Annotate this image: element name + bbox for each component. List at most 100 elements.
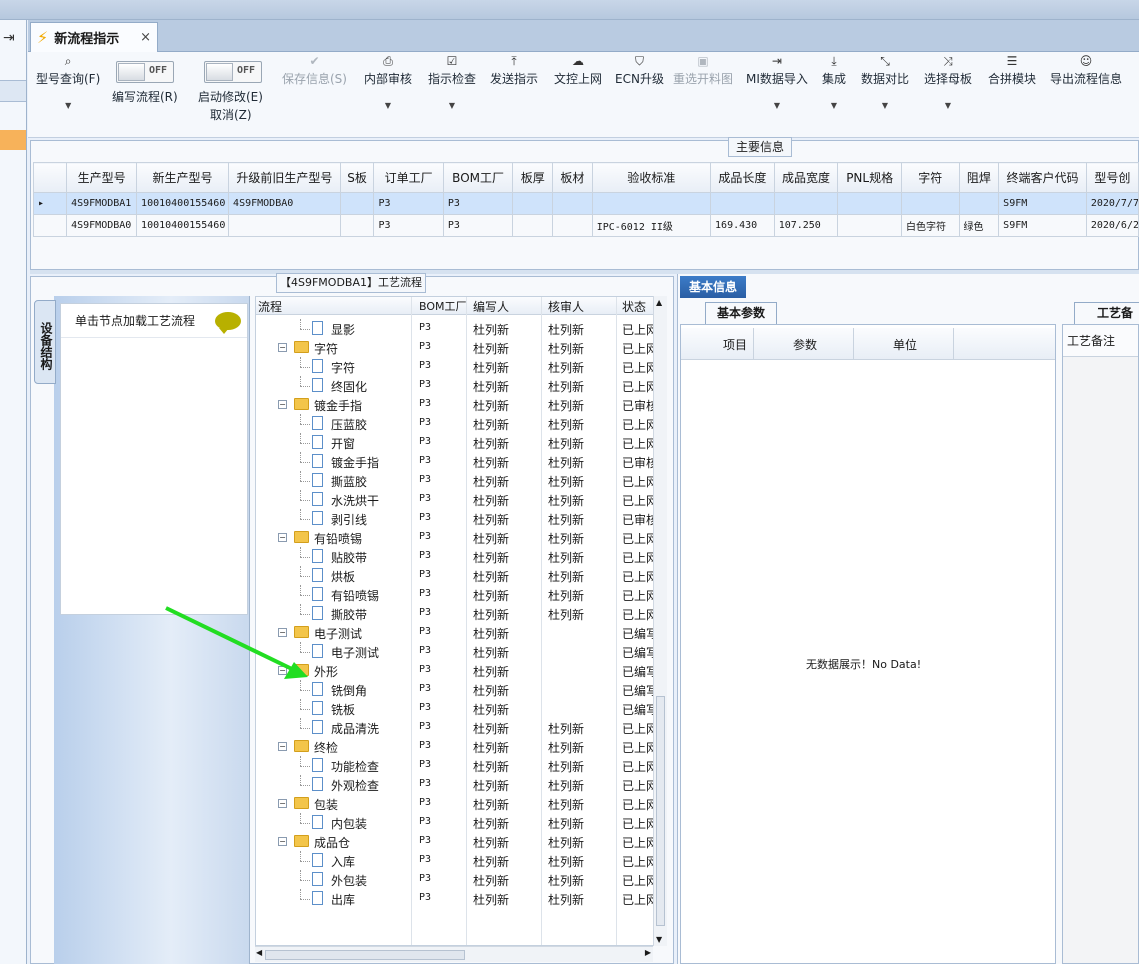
ecn-upgrade-button[interactable]: ⛉ ECN升级 [615, 54, 664, 87]
internal-review-button[interactable]: ⎙ 内部审核 ▼ [364, 54, 412, 110]
column-header[interactable]: 型号创 [1085, 162, 1139, 193]
table-cell[interactable]: S9FM [998, 214, 1087, 237]
table-cell[interactable]: P3 [442, 192, 514, 215]
data-compare-button[interactable]: ⤡ 数据对比 ▼ [861, 54, 909, 110]
left-nav-item-selected[interactable] [0, 130, 26, 150]
column-header[interactable]: 成品宽度 [773, 162, 839, 193]
tree-row[interactable]: 字符 P3 杜列新 杜列新 已上网 [256, 357, 656, 376]
tab-process-remark[interactable]: 工艺备注 [1074, 302, 1139, 340]
column-header[interactable]: 项目 [723, 336, 747, 353]
tree-row[interactable]: − 终检 P3 杜列新 杜列新 已上网 [256, 737, 656, 756]
table-cell[interactable] [512, 192, 554, 215]
column-header[interactable]: 终端客户代码 [998, 162, 1087, 193]
model-query-button[interactable]: ⌕ 型号查询(F) ▼ [36, 54, 100, 110]
table-cell[interactable]: P3 [373, 192, 444, 215]
table-row[interactable]: ▸ 4S9FMODBA1 10010400155460 4S9FMODBA0 P3 P3 S… [32, 192, 1139, 215]
table-cell[interactable] [552, 214, 593, 237]
column-header[interactable]: 板厚 [512, 162, 554, 193]
table-cell[interactable] [958, 192, 1000, 215]
instruct-check-button[interactable]: ☑ 指示检查 ▼ [428, 54, 476, 110]
process-vertical-scrollbar[interactable]: ▲ ▼ [653, 296, 667, 946]
tree-row[interactable]: − 成品仓 P3 杜列新 杜列新 已上网 [256, 832, 656, 851]
column-header[interactable]: 流程 [258, 298, 282, 315]
table-cell[interactable] [900, 192, 960, 215]
column-header[interactable]: S板 [339, 162, 375, 193]
table-cell[interactable] [710, 192, 775, 215]
tree-row[interactable]: − 有铅喷锡 P3 杜列新 杜列新 已上网 [256, 528, 656, 547]
collapse-toggle[interactable]: − [278, 400, 287, 409]
chevron-down-icon[interactable]: ▼ [36, 101, 100, 110]
tree-row[interactable]: 显影 P3 杜列新 杜列新 已上网 [256, 319, 656, 338]
table-cell[interactable]: 2020/6/2 [1085, 214, 1139, 237]
table-cell[interactable] [339, 192, 375, 215]
table-cell[interactable]: 2020/7/7 [1085, 192, 1139, 215]
tree-row[interactable]: 镀金手指 P3 杜列新 杜列新 已审核 [256, 452, 656, 471]
edit-flow-toggle[interactable]: OFF [116, 61, 174, 83]
start-modify-toggle[interactable]: OFF [204, 61, 262, 83]
column-header[interactable]: 板材 [552, 162, 593, 193]
doc-control-online-button[interactable]: ☁ 文控上网 [554, 54, 602, 87]
table-cell[interactable]: 107.250 [773, 214, 839, 237]
table-row[interactable]: 4S9FMODBA0 10010400155460 P3 P3 IPC-6012 II级… [32, 214, 1139, 237]
table-cell[interactable]: S9FM [998, 192, 1087, 215]
tree-row[interactable]: 铣板 P3 杜列新 已编写 [256, 699, 656, 718]
column-header[interactable]: 订单工厂 [373, 162, 444, 193]
tree-row[interactable]: 成品清洗 P3 杜列新 杜列新 已上网 [256, 718, 656, 737]
table-cell[interactable]: 4S9FMODBA0 [228, 192, 341, 215]
tree-row[interactable]: 外包装 P3 杜列新 杜列新 已上网 [256, 870, 656, 889]
column-header[interactable]: 单位 [893, 336, 917, 353]
chevron-down-icon[interactable]: ▼ [746, 101, 808, 110]
tab-new-process[interactable]: ⚡ 新流程指示 × [30, 22, 158, 52]
table-cell[interactable]: 169.430 [710, 214, 775, 237]
collapse-toggle[interactable]: − [278, 742, 287, 751]
tree-row[interactable]: 功能检查 P3 杜列新 杜列新 已上网 [256, 756, 656, 775]
row-indicator[interactable] [32, 214, 68, 237]
tree-row[interactable]: 压蓝胶 P3 杜列新 杜列新 已上网 [256, 414, 656, 433]
table-cell[interactable]: P3 [373, 214, 444, 237]
column-header[interactable]: 字符 [900, 162, 960, 193]
table-cell[interactable]: 4S9FMODBA1 [66, 192, 138, 215]
column-header[interactable]: 工艺备注 [1063, 325, 1138, 357]
table-cell[interactable]: 白色字符 [900, 214, 960, 237]
column-header[interactable]: 编写人 [473, 298, 509, 315]
tree-row[interactable]: 水洗烘干 P3 杜列新 杜列新 已上网 [256, 490, 656, 509]
collapse-toggle[interactable]: − [278, 837, 287, 846]
tree-row[interactable]: 外观检查 P3 杜列新 杜列新 已上网 [256, 775, 656, 794]
chevron-down-icon[interactable]: ▼ [364, 101, 412, 110]
row-indicator[interactable]: ▸ [32, 192, 68, 215]
chevron-down-icon[interactable]: ▼ [924, 101, 972, 110]
column-header[interactable]: 参数 [793, 336, 817, 353]
mi-import-button[interactable]: ⇥ MI数据导入 ▼ [746, 54, 808, 110]
close-icon[interactable]: × [140, 30, 151, 45]
tab-equipment-structure[interactable]: 设备结构 [34, 300, 56, 384]
tree-row[interactable]: − 包装 P3 杜列新 杜列新 已上网 [256, 794, 656, 813]
tree-row[interactable]: − 字符 P3 杜列新 杜列新 已上网 [256, 338, 656, 357]
table-cell[interactable]: IPC-6012 II级 [591, 214, 712, 237]
tree-row[interactable]: 入库 P3 杜列新 杜列新 已上网 [256, 851, 656, 870]
tree-row[interactable]: 撕蓝胶 P3 杜列新 杜列新 已上网 [256, 471, 656, 490]
integrate-button[interactable]: ⤓ 集成 ▼ [822, 54, 846, 110]
table-cell[interactable] [837, 214, 902, 237]
collapse-toggle[interactable]: − [278, 533, 287, 542]
table-cell[interactable] [512, 214, 554, 237]
table-cell[interactable] [339, 214, 375, 237]
column-header[interactable]: BOM工厂 [442, 162, 514, 193]
tab-basic-params[interactable]: 基本参数 [705, 302, 777, 324]
chevron-down-icon[interactable]: ▼ [428, 101, 476, 110]
column-header[interactable]: 状态 [622, 298, 646, 315]
table-cell[interactable]: P3 [442, 214, 514, 237]
column-header[interactable]: 新生产型号 [136, 162, 230, 193]
save-info-button[interactable]: ✔ 保存信息(S) [282, 54, 347, 87]
collapse-toggle[interactable]: − [278, 799, 287, 808]
reselect-diagram-button[interactable]: ▣ 重选开料图 [673, 54, 733, 87]
send-instruct-button[interactable]: ⤒ 发送指示 [490, 54, 538, 87]
collapse-toggle[interactable]: − [278, 343, 287, 352]
column-header[interactable]: 生产型号 [66, 162, 138, 193]
tree-row[interactable]: 烘板 P3 杜列新 杜列新 已上网 [256, 566, 656, 585]
table-cell[interactable]: 10010400155460 [136, 214, 230, 237]
table-cell[interactable] [591, 192, 712, 215]
load-process-box[interactable]: 单击节点加载工艺流程 [60, 303, 248, 615]
tree-row[interactable]: 贴胶带 P3 杜列新 杜列新 已上网 [256, 547, 656, 566]
table-cell[interactable]: 绿色 [958, 214, 1000, 237]
table-cell[interactable] [837, 192, 902, 215]
